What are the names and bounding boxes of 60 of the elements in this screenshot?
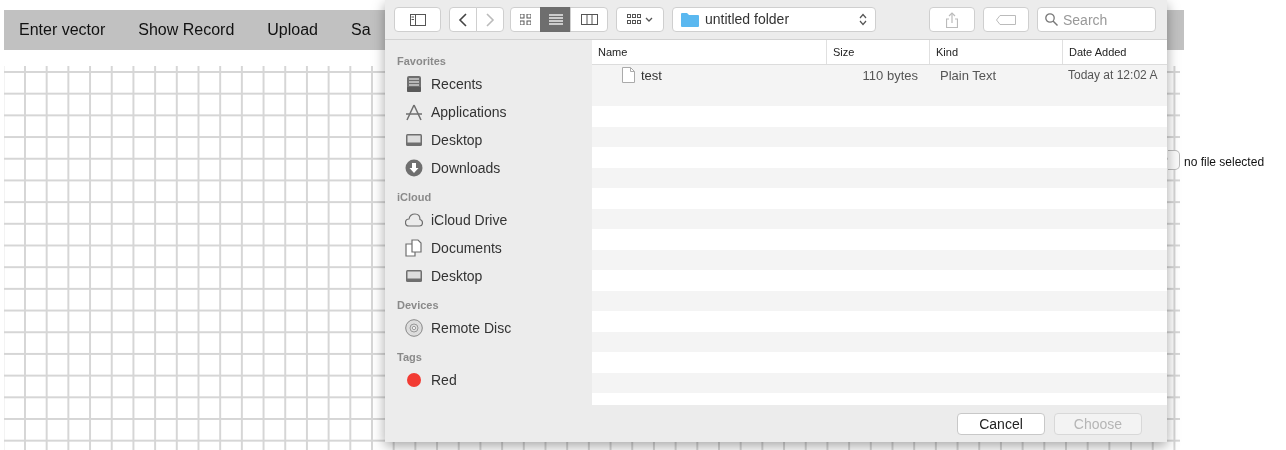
search-field[interactable]: Search (1037, 7, 1156, 32)
location-dropdown[interactable]: untitled folder (672, 7, 876, 32)
cloud-icon (405, 211, 423, 229)
sidebar-heading: iCloud (397, 190, 433, 205)
share-button[interactable] (929, 7, 975, 32)
file-name: test (641, 66, 662, 85)
sidebar-heading: Favorites (397, 54, 447, 69)
file-date: Today at 12:02 A (1067, 67, 1158, 85)
column-header[interactable]: Name (592, 40, 827, 64)
caret-icon (645, 17, 653, 22)
menu-item[interactable]: Upload (267, 18, 318, 42)
folder-icon (681, 12, 699, 27)
icon-view-icon (520, 14, 531, 25)
file-status-text: no file selected (1184, 154, 1265, 171)
updown-icon (859, 13, 867, 26)
file-row[interactable]: test 110 bytes Plain Text Today at 12:02 A (592, 65, 1167, 86)
column-header[interactable]: Kind (930, 40, 1063, 64)
sidebar-item[interactable]: Desktop (397, 126, 577, 154)
column-view-icon (580, 14, 598, 25)
tray-icon (405, 75, 423, 93)
tag-button[interactable] (983, 7, 1029, 32)
sidebar-item[interactable]: Desktop (397, 262, 577, 290)
file-button[interactable] (1168, 150, 1180, 170)
column-header[interactable]: Size (827, 40, 930, 64)
menu-item[interactable]: Sa (351, 18, 371, 42)
compass-icon (405, 103, 423, 121)
column-header[interactable]: Date Added (1063, 40, 1163, 64)
share-icon (946, 11, 958, 28)
sidebar-item[interactable]: Documents (397, 234, 577, 262)
sidebar-item[interactable]: Recents (397, 70, 577, 98)
tag-icon (996, 14, 1016, 25)
sidebar-toggle-button[interactable] (394, 7, 441, 32)
sidebar-item[interactable]: Applications (397, 98, 577, 126)
menu-item[interactable]: Show Record (138, 18, 235, 42)
disc-icon (405, 319, 423, 337)
sidebar-item[interactable]: Downloads (397, 154, 577, 182)
search-icon (1045, 13, 1058, 26)
documents-icon (405, 239, 423, 257)
sidebar-item[interactable]: iCloud Drive (397, 206, 577, 234)
display-icon (405, 131, 423, 149)
file-kind: Plain Text (939, 66, 998, 85)
location-label: untitled folder (705, 10, 790, 29)
forward-icon (485, 12, 495, 27)
dialog-button[interactable]: Cancel (957, 412, 1045, 435)
arrange-icon (627, 14, 641, 25)
sidebar-heading: Devices (397, 298, 440, 313)
document-icon (622, 67, 635, 84)
sidebar-heading: Tags (397, 350, 423, 365)
back-icon (458, 12, 468, 27)
sidebar-item[interactable]: Remote Disc (397, 314, 577, 342)
file-size: 110 bytes (861, 66, 919, 85)
list-view-icon (548, 14, 563, 25)
sidebar-icon (409, 13, 426, 26)
display-icon (405, 267, 423, 285)
back-button[interactable] (449, 7, 477, 32)
download-icon (405, 159, 423, 177)
menu-item[interactable]: Enter vector (19, 18, 106, 42)
arrange-button[interactable] (616, 7, 664, 32)
sidebar-item[interactable]: Red (397, 366, 577, 394)
view-mode-button[interactable] (540, 7, 571, 32)
